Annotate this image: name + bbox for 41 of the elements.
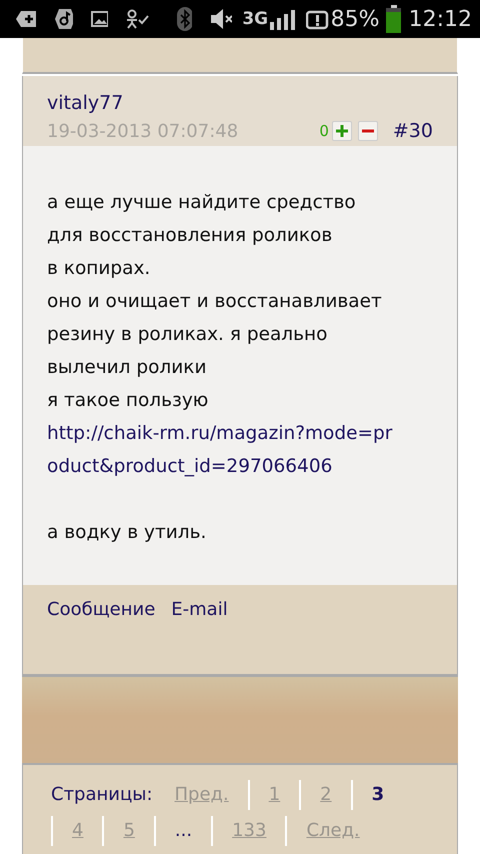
upvote-button[interactable] — [332, 121, 352, 141]
minus-icon — [362, 129, 374, 133]
clock: 12:12 — [408, 6, 472, 32]
page-link[interactable]: 2 — [299, 780, 351, 810]
post-text-line: в копирах. — [47, 257, 152, 281]
plus-icon — [336, 125, 348, 137]
author-name[interactable]: vitaly77 — [47, 92, 433, 114]
post-text-line: я такое пользую — [47, 389, 210, 413]
image-icon — [91, 11, 108, 27]
page-link[interactable]: След. — [285, 816, 379, 846]
post-text-line: резину в роликах. я реально — [47, 323, 328, 347]
post-text-line: а водку в утиль. — [47, 521, 208, 545]
page-ellipsis: ... — [154, 816, 212, 846]
network-type: 3G — [242, 9, 268, 29]
downvote-button[interactable] — [358, 121, 378, 141]
battery-percentage: 85% — [330, 6, 380, 32]
page-link[interactable]: 133 — [211, 816, 286, 846]
action-link[interactable]: Сообщение — [47, 599, 156, 620]
post-link[interactable]: http://chaik-rm.ru/magazin?mode=product&product_id=297066406 — [47, 417, 397, 483]
person-check-icon — [126, 9, 149, 29]
bluetooth-icon — [176, 7, 192, 31]
page-link[interactable]: 5 — [102, 816, 154, 846]
page-link[interactable]: 1 — [248, 780, 300, 810]
page-link[interactable]: Пред. — [166, 780, 248, 810]
mute-icon — [210, 8, 232, 30]
pagination-label: Страницы: — [51, 783, 153, 807]
post-text-line: вылечил ролики — [47, 356, 208, 380]
post-text-line: оно и очищает и восстанавливает — [47, 290, 383, 314]
music-note-icon — [54, 8, 74, 30]
signal-icon — [268, 8, 296, 30]
add-icon — [16, 10, 37, 28]
post-text-line: а еще лучше найдите средство — [47, 191, 357, 215]
page-link[interactable]: 4 — [51, 816, 102, 846]
post-number: #30 — [392, 120, 433, 142]
current-page: 3 — [350, 780, 404, 810]
post-date: 19-03-2013 07:07:48 — [47, 120, 240, 142]
alert-icon — [306, 8, 331, 30]
action-link[interactable]: E-mail — [171, 599, 228, 620]
post-text-line: для восстановления роликов — [47, 224, 334, 248]
battery-icon — [386, 5, 401, 33]
rating-count: 0 — [319, 122, 329, 140]
